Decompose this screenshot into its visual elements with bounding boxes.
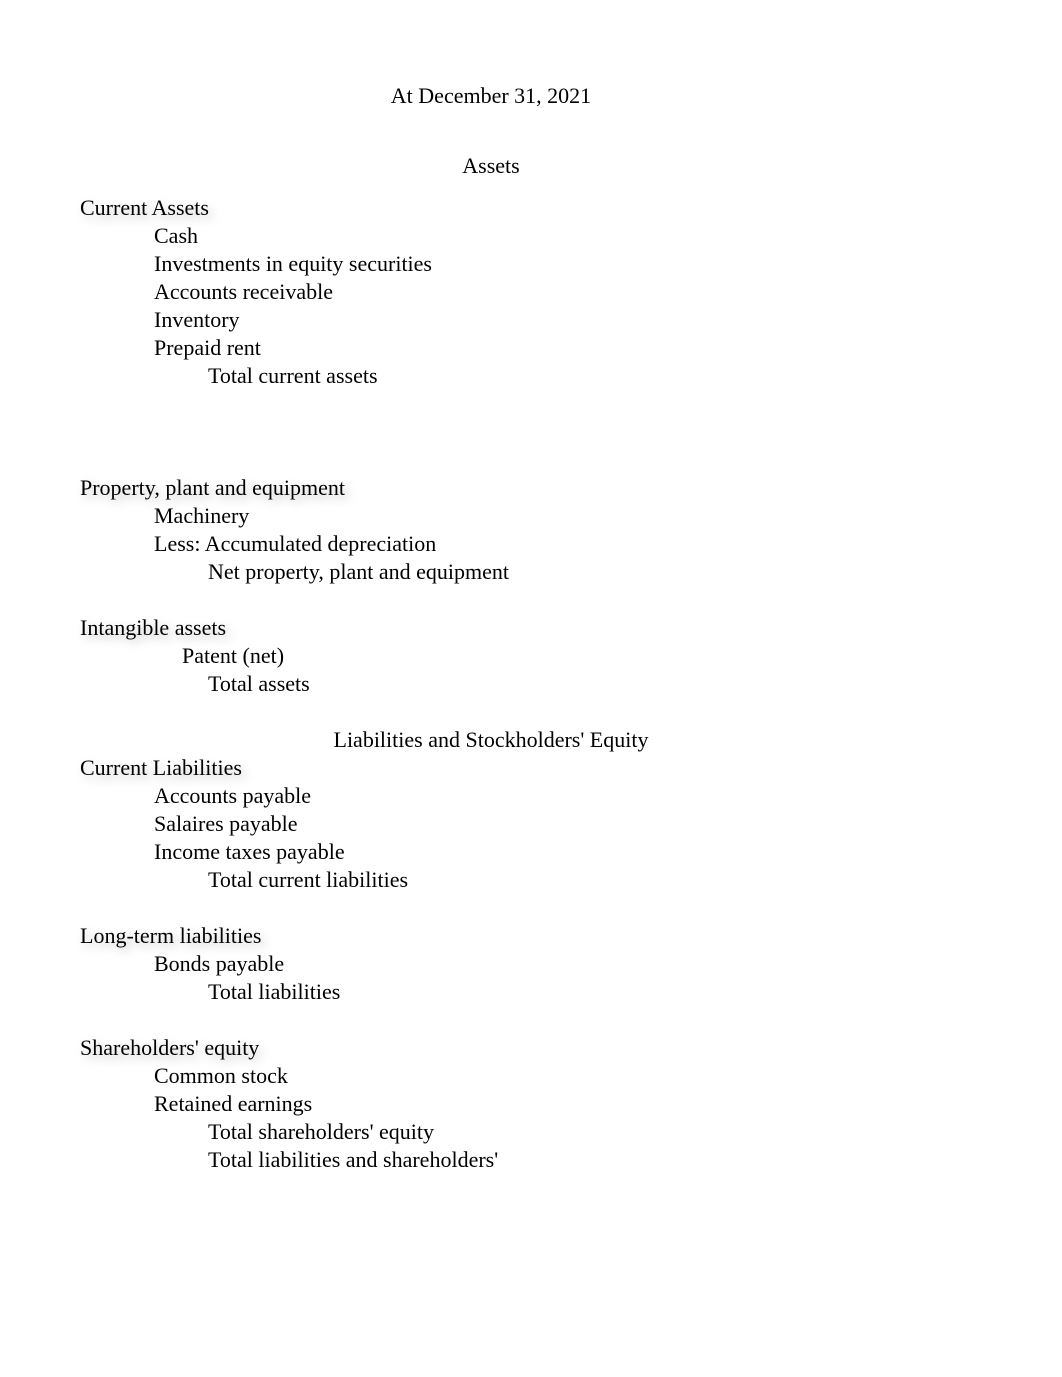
longterm-liabilities-heading: Long-term liabilities (80, 922, 1062, 950)
line-common-stock: Common stock (80, 1062, 1062, 1090)
intangible-heading: Intangible assets (80, 614, 1062, 642)
total-current-liabilities: Total current liabilities (80, 866, 1062, 894)
balance-sheet-date: At December 31, 2021 (0, 82, 982, 110)
line-investments: Investments in equity securities (80, 250, 1062, 278)
line-patent: Patent (net) (80, 642, 1062, 670)
total-liabilities: Total liabilities (80, 978, 1062, 1006)
current-assets-heading: Current Assets (80, 194, 1062, 222)
line-income-taxes-payable: Income taxes payable (80, 838, 1062, 866)
line-salaries-payable: Salaires payable (80, 810, 1062, 838)
line-accounts-receivable: Accounts receivable (80, 278, 1062, 306)
ppe-heading: Property, plant and equipment (80, 474, 1062, 502)
current-liabilities-heading: Current Liabilities (80, 754, 1062, 782)
line-cash: Cash (80, 222, 1062, 250)
line-prepaid-rent: Prepaid rent (80, 334, 1062, 362)
line-inventory: Inventory (80, 306, 1062, 334)
line-accounts-payable: Accounts payable (80, 782, 1062, 810)
total-current-assets: Total current assets (80, 362, 1062, 390)
net-ppe: Net property, plant and equipment (80, 558, 1062, 586)
assets-section-title: Assets (0, 152, 982, 180)
total-shareholders-equity: Total shareholders' equity (80, 1118, 1062, 1146)
line-retained-earnings: Retained earnings (80, 1090, 1062, 1118)
total-assets: Total assets (80, 670, 1062, 698)
line-machinery: Machinery (80, 502, 1062, 530)
line-bonds-payable: Bonds payable (80, 950, 1062, 978)
line-accumulated-depreciation: Less: Accumulated depreciation (80, 530, 1062, 558)
liabilities-section-title: Liabilities and Stockholders' Equity (0, 726, 982, 754)
shareholders-equity-heading: Shareholders' equity (80, 1034, 1062, 1062)
total-liabilities-and-equity: Total liabilities and shareholders' (80, 1146, 1062, 1174)
